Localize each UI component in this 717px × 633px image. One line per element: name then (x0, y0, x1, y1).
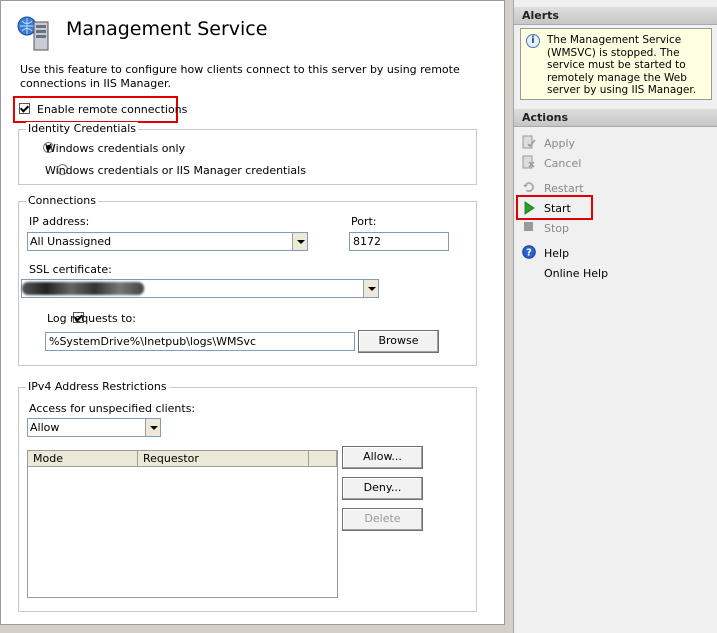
enable-remote-label: Enable remote connections (37, 103, 188, 116)
restart-icon (523, 182, 534, 192)
stop-icon (524, 222, 533, 231)
help-icon: ? (522, 245, 536, 259)
page-description: Use this feature to configure how client… (20, 63, 460, 90)
chevron-down-icon[interactable] (363, 280, 378, 297)
browse-button[interactable]: Browse (358, 330, 439, 353)
cancel-icon (522, 155, 535, 169)
ssl-certificate-label: SSL certificate: (29, 263, 112, 276)
alert-message: The Management Service (WMSVC) is stoppe… (547, 34, 697, 97)
action-cancel[interactable]: Cancel (544, 157, 581, 170)
alerts-header: Alerts (514, 7, 717, 25)
radio-label-windows-or-iis: Windows credentials or IIS Manager crede… (45, 164, 306, 177)
page-title: Management Service (66, 18, 268, 40)
column-header-mode[interactable]: Mode (28, 451, 138, 467)
identity-credentials-label: Identity Credentials (26, 122, 139, 135)
connections-label: Connections (26, 194, 98, 207)
enable-remote-checkbox[interactable] (19, 103, 30, 114)
port-input[interactable]: 8172 (349, 232, 449, 251)
column-header-filler (309, 451, 337, 467)
actions-pane: Alerts i The Management Service (WMSVC) … (513, 0, 717, 633)
log-requests-label: Log requests to: (47, 312, 136, 325)
action-start[interactable]: Start (544, 202, 571, 215)
restrictions-list[interactable]: Mode Requestor (27, 450, 338, 598)
ip-address-value: All Unassigned (30, 235, 112, 248)
access-unspecified-value: Allow (30, 421, 60, 434)
action-help[interactable]: Help (544, 247, 569, 260)
actions-header: Actions (514, 109, 717, 127)
redacted-certificate-name (22, 282, 144, 295)
access-unspecified-select[interactable]: Allow (27, 418, 161, 437)
allow-button[interactable]: Allow... (342, 446, 423, 469)
column-header-requestor[interactable]: Requestor (138, 451, 309, 467)
ip-address-label: IP address: (29, 215, 90, 228)
main-panel: Management Service Use this feature to c… (0, 0, 505, 625)
ipv4-restrictions-label: IPv4 Address Restrictions (26, 380, 169, 393)
delete-button[interactable]: Delete (342, 508, 423, 531)
log-path-input[interactable]: %SystemDrive%\Inetpub\logs\WMSvc (45, 332, 355, 351)
action-stop[interactable]: Stop (544, 222, 569, 235)
svg-text:?: ? (526, 248, 532, 259)
management-service-icon (17, 16, 49, 51)
ip-address-select[interactable]: All Unassigned (27, 232, 308, 251)
radio-label-windows-only: Windows credentials only (45, 142, 186, 155)
info-icon: i (526, 34, 540, 48)
action-apply[interactable]: Apply (544, 137, 575, 150)
access-unspecified-label: Access for unspecified clients: (29, 402, 196, 415)
deny-button[interactable]: Deny... (342, 477, 423, 500)
action-restart[interactable]: Restart (544, 182, 584, 195)
start-play-icon (524, 201, 535, 215)
chevron-down-icon[interactable] (292, 233, 307, 250)
alert-box: i The Management Service (WMSVC) is stop… (520, 28, 712, 100)
port-label: Port: (351, 215, 377, 228)
action-online-help[interactable]: Online Help (544, 267, 608, 280)
chevron-down-icon[interactable] (145, 419, 160, 436)
apply-icon (522, 135, 536, 149)
